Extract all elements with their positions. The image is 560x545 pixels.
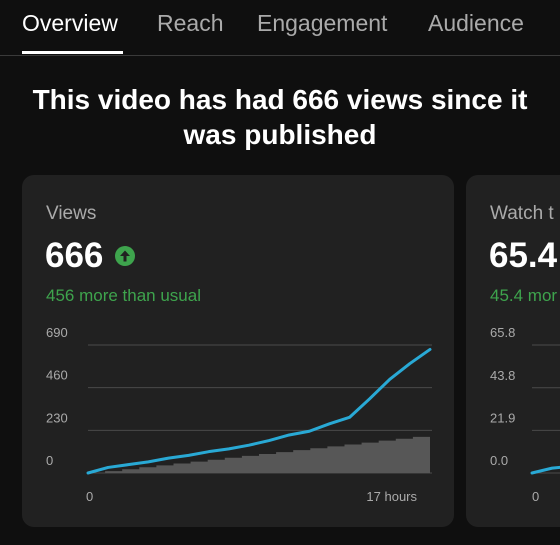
tab-audience[interactable]: Audience <box>428 10 524 37</box>
y-tick-label: 65.8 <box>490 325 515 340</box>
y-tick-label: 43.8 <box>490 368 515 383</box>
views-card[interactable]: Views 666 456 more than usual 690 460 230 0… <box>22 175 454 527</box>
watch-time-card[interactable]: Watch t 65.4 45.4 mor 65.8 43.8 21.9 0.0 0 <box>466 175 560 527</box>
active-tab-indicator <box>22 51 123 54</box>
card-value: 666 <box>45 236 104 275</box>
arrow-up-circle-icon <box>115 246 135 266</box>
tab-bar: Overview Reach Engagement Audience <box>0 0 560 56</box>
y-tick-label: 0 <box>46 453 53 468</box>
card-label: Watch t <box>490 203 554 224</box>
tab-overview[interactable]: Overview <box>22 10 118 37</box>
views-chart: 690 460 230 0 0 17 hours <box>46 325 432 504</box>
y-tick-label: 690 <box>46 325 68 340</box>
typical-range-band <box>88 434 430 473</box>
y-tick-label: 21.9 <box>490 410 515 425</box>
card-delta: 456 more than usual <box>46 286 201 305</box>
y-tick-label: 0.0 <box>490 453 508 468</box>
x-tick-label: 0 <box>86 489 93 504</box>
card-label: Views <box>46 203 97 224</box>
tab-reach[interactable]: Reach <box>157 10 223 37</box>
page-headline: This video has had 666 views since it wa… <box>32 84 528 150</box>
watch-time-chart: 65.8 43.8 21.9 0.0 0 <box>490 325 560 504</box>
x-tick-label: 17 hours <box>366 489 417 504</box>
card-value: 65.4 <box>489 236 558 275</box>
card-delta: 45.4 mor <box>490 286 558 305</box>
tab-engagement[interactable]: Engagement <box>257 10 387 37</box>
analytics-page: Overview Reach Engagement Audience This … <box>0 0 560 545</box>
x-tick-label: 0 <box>532 489 539 504</box>
series-line <box>530 465 560 475</box>
y-tick-label: 460 <box>46 368 68 383</box>
y-tick-label: 230 <box>46 410 68 425</box>
